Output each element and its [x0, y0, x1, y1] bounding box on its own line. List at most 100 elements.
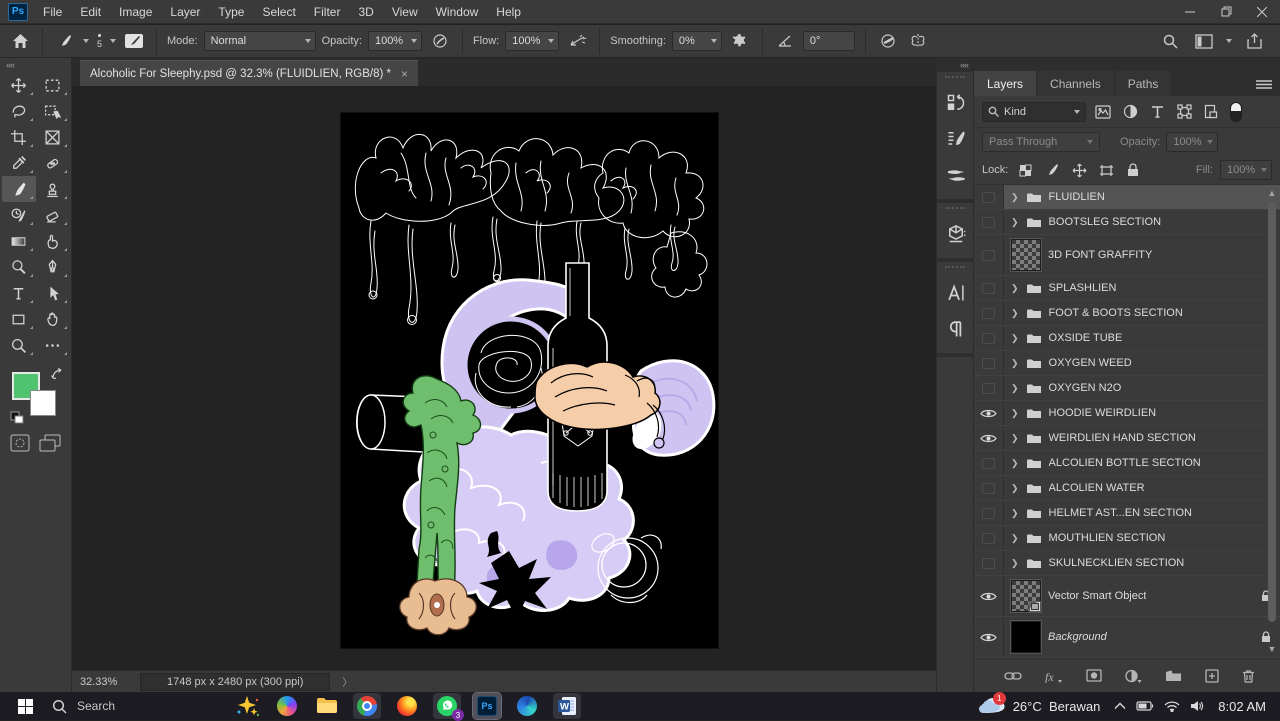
brush-size-preview[interactable]: 5 [95, 34, 104, 49]
opacity-pressure-icon[interactable] [428, 29, 452, 53]
layer-name[interactable]: OXYGEN WEED [1049, 357, 1132, 369]
visibility-toggle[interactable] [974, 476, 1004, 500]
history-panel-icon[interactable] [937, 85, 974, 121]
airbrush-icon[interactable] [565, 29, 589, 53]
new-layer-icon[interactable] [1205, 669, 1219, 683]
layer-row-oxside-tube[interactable]: ❯ OXSIDE TUBE [974, 326, 1280, 351]
tool-preset-chevron-icon[interactable] [83, 39, 89, 43]
menu-window[interactable]: Window [427, 0, 488, 23]
layer-row-mouthlien-section[interactable]: ❯ MOUTHLIEN SECTION [974, 526, 1280, 551]
smoothing-gear-icon[interactable] [728, 29, 752, 53]
layer-name[interactable]: MOUTHLIEN SECTION [1049, 532, 1166, 544]
lock-pixels-icon[interactable] [1042, 160, 1062, 180]
visibility-toggle[interactable] [974, 376, 1004, 400]
link-layers-icon[interactable] [1004, 671, 1022, 681]
expand-chevron-icon[interactable]: ❯ [1011, 458, 1019, 469]
visibility-toggle[interactable] [974, 326, 1004, 350]
expand-chevron-icon[interactable]: ❯ [1011, 483, 1019, 494]
visibility-toggle[interactable] [974, 351, 1004, 375]
menu-edit[interactable]: Edit [71, 0, 110, 23]
layer-name[interactable]: ALCOLIEN WATER [1049, 482, 1145, 494]
visibility-toggle[interactable] [974, 210, 1004, 234]
start-button[interactable] [12, 693, 38, 719]
layer-row-foot-boots-section[interactable]: ❯FOOT & BOOTS SECTION [974, 301, 1280, 326]
copilot-icon[interactable] [273, 693, 301, 719]
adjustment-layer-icon[interactable] [1125, 669, 1142, 683]
expand-chevron-icon[interactable]: ❯ [1011, 358, 1019, 369]
close-button[interactable] [1244, 0, 1280, 23]
filter-kind-select[interactable]: Kind [982, 102, 1086, 122]
scroll-down-icon[interactable]: ▼ [1266, 644, 1278, 654]
share-icon[interactable] [1242, 29, 1266, 53]
wifi-icon[interactable] [1164, 701, 1180, 712]
word-icon[interactable]: W [553, 693, 581, 719]
visibility-toggle[interactable] [974, 401, 1004, 425]
menu-type[interactable]: Type [209, 0, 253, 23]
zoom-level-field[interactable]: 32.33% [80, 676, 132, 688]
path-selection-tool[interactable] [36, 280, 70, 306]
visibility-toggle[interactable] [974, 501, 1004, 525]
blend-mode-select[interactable]: Pass Through [982, 132, 1100, 152]
mode-select[interactable]: Normal [204, 31, 316, 51]
layers-scrollbar[interactable]: ▲ ▼ [1266, 188, 1278, 654]
workspace-switcher-icon[interactable] [1192, 29, 1216, 53]
layer-row-weirdlien-hand-section[interactable]: ❯WEIRDLIEN HAND SECTION [974, 426, 1280, 451]
filter-pixel-icon[interactable] [1093, 102, 1113, 122]
visibility-toggle[interactable] [974, 276, 1004, 300]
layer-name[interactable]: ALCOLIEN BOTTLE SECTION [1049, 457, 1201, 469]
filter-shape-icon[interactable] [1174, 102, 1194, 122]
brushes-panel-icon[interactable] [937, 157, 974, 193]
quick-mask-icon[interactable] [10, 434, 30, 452]
menu-3d[interactable]: 3D [349, 0, 382, 23]
libraries-panel-icon[interactable] [937, 216, 974, 252]
hand-tool[interactable] [36, 306, 70, 332]
lock-position-icon[interactable] [1069, 160, 1089, 180]
layer-row-background[interactable]: Background [974, 617, 1280, 658]
layer-thumbnail[interactable] [1011, 621, 1041, 653]
brush-settings-toggle-icon[interactable] [122, 29, 146, 53]
visibility-toggle[interactable] [974, 426, 1004, 450]
lock-artboard-icon[interactable] [1096, 160, 1116, 180]
more-tool[interactable] [36, 332, 70, 358]
canvas-viewport[interactable] [72, 86, 1008, 670]
layer-row-helmet-ast-en-section[interactable]: ❯HELMET AST...EN SECTION [974, 501, 1280, 526]
expand-chevron-icon[interactable]: ❯ [1011, 217, 1019, 228]
expand-chevron-icon[interactable]: ❯ [1011, 533, 1019, 544]
scrollbar-thumb[interactable] [1268, 202, 1276, 622]
layer-name[interactable]: SKULNECKLIEN SECTION [1049, 557, 1185, 569]
expand-chevron-icon[interactable]: ❯ [1011, 383, 1019, 394]
layer-row-bootsleg-section[interactable]: ❯BOOTSLEG SECTION [974, 210, 1280, 235]
layer-row-skulnecklien-section[interactable]: ❯ SKULNECKLIEN SECTION [974, 551, 1280, 576]
expand-chevron-icon[interactable]: ❯ [1011, 333, 1019, 344]
filter-smart-object-icon[interactable] [1201, 102, 1221, 122]
layer-name[interactable]: OXSIDE TUBE [1049, 332, 1123, 344]
brush-tool-preset-icon[interactable] [53, 29, 77, 53]
layer-name[interactable]: WEIRDLIEN HAND SECTION [1049, 432, 1196, 444]
photoshop-taskbar-icon[interactable]: Ps [473, 693, 501, 719]
copilot-sparkle-icon[interactable] [233, 693, 261, 719]
visibility-toggle[interactable] [974, 301, 1004, 325]
clone-stamp-tool[interactable] [36, 176, 70, 202]
layer-thumbnail[interactable] [1011, 580, 1041, 612]
layer-row-oxygen-n2o[interactable]: ❯OXYGEN N2O [974, 376, 1280, 401]
layer-name[interactable]: HELMET AST...EN SECTION [1049, 507, 1192, 519]
tab-paths[interactable]: Paths [1115, 71, 1173, 96]
flow-field[interactable]: 100% [505, 31, 559, 51]
expand-chevron-icon[interactable]: ❯ [1011, 558, 1019, 569]
healing-brush-tool[interactable] [36, 150, 70, 176]
layer-row-alcolien-bottle-section[interactable]: ❯ ALCOLIEN BOTTLE SECTION [974, 451, 1280, 476]
smoothing-field[interactable]: 0% [672, 31, 722, 51]
status-chevron-icon[interactable]: 〉 [342, 674, 352, 689]
layer-name[interactable]: FLUIDLIEN [1049, 191, 1105, 203]
visibility-toggle[interactable] [974, 526, 1004, 550]
menu-image[interactable]: Image [110, 0, 161, 23]
layer-name[interactable]: SPLASHLIEN [1049, 282, 1117, 294]
marquee-tool[interactable] [36, 72, 70, 98]
brush-tool[interactable] [2, 176, 36, 202]
tab-channels[interactable]: Channels [1037, 71, 1115, 96]
new-group-icon[interactable] [1165, 669, 1182, 682]
visibility-toggle[interactable] [974, 617, 1004, 657]
add-layer-mask-icon[interactable] [1086, 669, 1102, 682]
default-colors-icon[interactable] [10, 411, 24, 424]
symmetry-icon[interactable] [906, 29, 930, 53]
